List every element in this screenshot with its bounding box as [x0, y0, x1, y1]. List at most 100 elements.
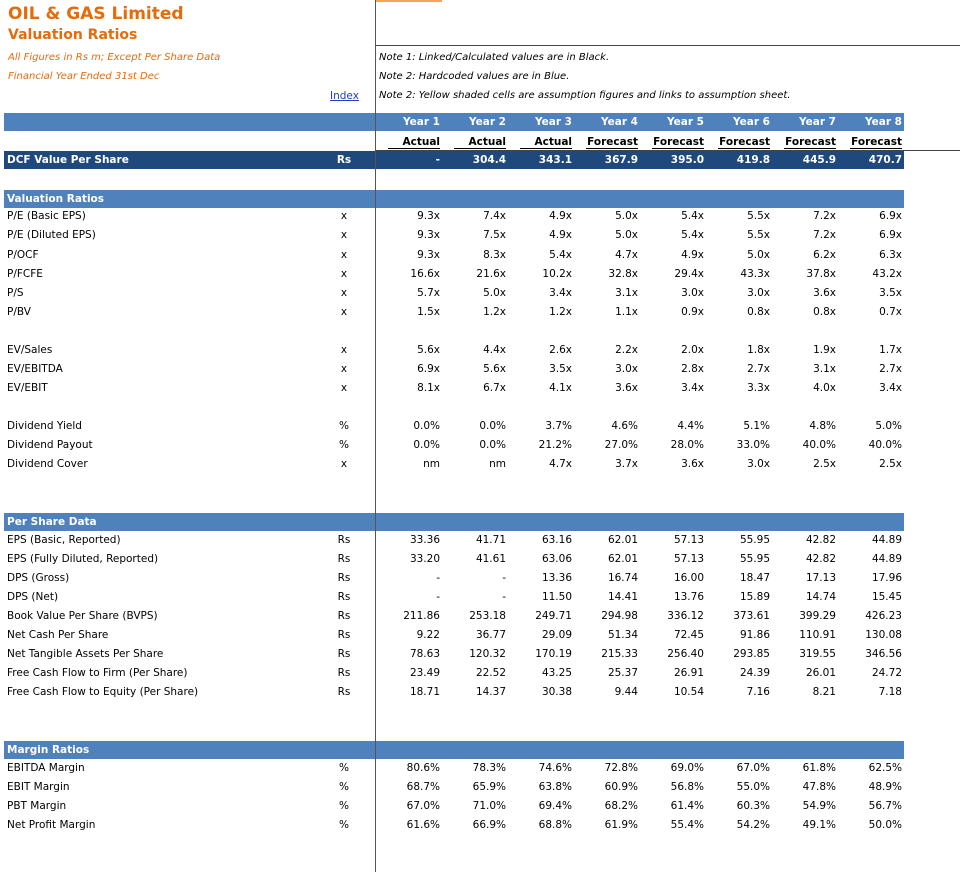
- value-cell[interactable]: 16.6x: [378, 268, 440, 280]
- index-link[interactable]: Index: [330, 90, 359, 102]
- value-cell[interactable]: 7.5x: [444, 229, 506, 241]
- value-cell[interactable]: 72.45: [642, 629, 704, 641]
- value-cell[interactable]: 14.37: [444, 686, 506, 698]
- value-cell[interactable]: 4.9x: [642, 249, 704, 261]
- value-cell[interactable]: 3.0x: [708, 458, 770, 470]
- value-cell[interactable]: 55.95: [708, 553, 770, 565]
- value-cell[interactable]: 55.0%: [708, 781, 770, 793]
- value-cell[interactable]: 14.41: [576, 591, 638, 603]
- value-cell[interactable]: 32.8x: [576, 268, 638, 280]
- value-cell[interactable]: 8.1x: [378, 382, 440, 394]
- value-cell[interactable]: 5.5x: [708, 229, 770, 241]
- value-cell[interactable]: 319.55: [774, 648, 836, 660]
- value-cell[interactable]: 3.6x: [576, 382, 638, 394]
- value-cell[interactable]: 13.36: [510, 572, 572, 584]
- value-cell[interactable]: 61.9%: [576, 819, 638, 831]
- value-cell[interactable]: 65.9%: [444, 781, 506, 793]
- value-cell[interactable]: 54.2%: [708, 819, 770, 831]
- value-cell[interactable]: 8.21: [774, 686, 836, 698]
- value-cell[interactable]: 51.34: [576, 629, 638, 641]
- value-cell[interactable]: 9.44: [576, 686, 638, 698]
- value-cell[interactable]: 13.76: [642, 591, 704, 603]
- value-cell[interactable]: 3.7%: [510, 420, 572, 432]
- value-cell[interactable]: 3.4x: [642, 382, 704, 394]
- value-cell[interactable]: 0.7x: [840, 306, 902, 318]
- value-cell[interactable]: 0.8x: [774, 306, 836, 318]
- value-cell[interactable]: 49.1%: [774, 819, 836, 831]
- value-cell[interactable]: 57.13: [642, 534, 704, 546]
- value-cell[interactable]: 63.06: [510, 553, 572, 565]
- value-cell[interactable]: 426.23: [840, 610, 902, 622]
- value-cell[interactable]: 5.0x: [708, 249, 770, 261]
- value-cell[interactable]: 29.09: [510, 629, 572, 641]
- value-cell[interactable]: 110.91: [774, 629, 836, 641]
- value-cell[interactable]: 3.1x: [576, 287, 638, 299]
- value-cell[interactable]: 211.86: [378, 610, 440, 622]
- value-cell[interactable]: 1.7x: [840, 344, 902, 356]
- value-cell[interactable]: 61.8%: [774, 762, 836, 774]
- value-cell[interactable]: 4.9x: [510, 229, 572, 241]
- value-cell[interactable]: 43.25: [510, 667, 572, 679]
- value-cell[interactable]: 63.16: [510, 534, 572, 546]
- value-cell[interactable]: 0.0%: [378, 439, 440, 451]
- value-cell[interactable]: 71.0%: [444, 800, 506, 812]
- value-cell[interactable]: 5.1%: [708, 420, 770, 432]
- value-cell[interactable]: 24.39: [708, 667, 770, 679]
- value-cell[interactable]: 6.7x: [444, 382, 506, 394]
- value-cell[interactable]: 373.61: [708, 610, 770, 622]
- value-cell[interactable]: 26.01: [774, 667, 836, 679]
- value-cell[interactable]: 18.47: [708, 572, 770, 584]
- value-cell[interactable]: 74.6%: [510, 762, 572, 774]
- value-cell[interactable]: 7.2x: [774, 210, 836, 222]
- value-cell[interactable]: 2.5x: [774, 458, 836, 470]
- value-cell[interactable]: 18.71: [378, 686, 440, 698]
- value-cell[interactable]: 56.8%: [642, 781, 704, 793]
- value-cell[interactable]: 60.3%: [708, 800, 770, 812]
- value-cell[interactable]: 6.9x: [840, 210, 902, 222]
- value-cell[interactable]: 16.74: [576, 572, 638, 584]
- value-cell[interactable]: 22.52: [444, 667, 506, 679]
- value-cell[interactable]: 0.9x: [642, 306, 704, 318]
- value-cell[interactable]: 40.0%: [774, 439, 836, 451]
- value-cell[interactable]: 63.8%: [510, 781, 572, 793]
- value-cell[interactable]: 30.38: [510, 686, 572, 698]
- value-cell[interactable]: 50.0%: [840, 819, 902, 831]
- value-cell[interactable]: 4.9x: [510, 210, 572, 222]
- value-cell[interactable]: 40.0%: [840, 439, 902, 451]
- value-cell[interactable]: 120.32: [444, 648, 506, 660]
- value-cell[interactable]: 26.91: [642, 667, 704, 679]
- value-cell[interactable]: 9.22: [378, 629, 440, 641]
- value-cell[interactable]: 5.6x: [444, 363, 506, 375]
- value-cell[interactable]: 3.5x: [840, 287, 902, 299]
- value-cell[interactable]: 4.8%: [774, 420, 836, 432]
- value-cell[interactable]: 6.9x: [840, 229, 902, 241]
- value-cell[interactable]: -: [444, 572, 506, 584]
- value-cell[interactable]: 36.77: [444, 629, 506, 641]
- value-cell[interactable]: 1.5x: [378, 306, 440, 318]
- value-cell[interactable]: 41.71: [444, 534, 506, 546]
- value-cell[interactable]: 3.0x: [708, 287, 770, 299]
- value-cell[interactable]: 6.3x: [840, 249, 902, 261]
- value-cell[interactable]: 0.8x: [708, 306, 770, 318]
- value-cell[interactable]: 2.8x: [642, 363, 704, 375]
- value-cell[interactable]: 42.82: [774, 534, 836, 546]
- value-cell[interactable]: 5.0x: [576, 229, 638, 241]
- value-cell[interactable]: 78.63: [378, 648, 440, 660]
- value-cell[interactable]: 3.4x: [510, 287, 572, 299]
- value-cell[interactable]: 69.0%: [642, 762, 704, 774]
- value-cell[interactable]: 7.2x: [774, 229, 836, 241]
- value-cell[interactable]: 3.6x: [774, 287, 836, 299]
- value-cell[interactable]: 256.40: [642, 648, 704, 660]
- value-cell[interactable]: 37.8x: [774, 268, 836, 280]
- value-cell[interactable]: 5.5x: [708, 210, 770, 222]
- value-cell[interactable]: 56.7%: [840, 800, 902, 812]
- value-cell[interactable]: 29.4x: [642, 268, 704, 280]
- value-cell[interactable]: 5.4x: [510, 249, 572, 261]
- value-cell[interactable]: 8.3x: [444, 249, 506, 261]
- value-cell[interactable]: 62.01: [576, 553, 638, 565]
- value-cell[interactable]: 9.3x: [378, 249, 440, 261]
- value-cell[interactable]: 6.2x: [774, 249, 836, 261]
- value-cell[interactable]: 2.5x: [840, 458, 902, 470]
- value-cell[interactable]: 294.98: [576, 610, 638, 622]
- value-cell[interactable]: 72.8%: [576, 762, 638, 774]
